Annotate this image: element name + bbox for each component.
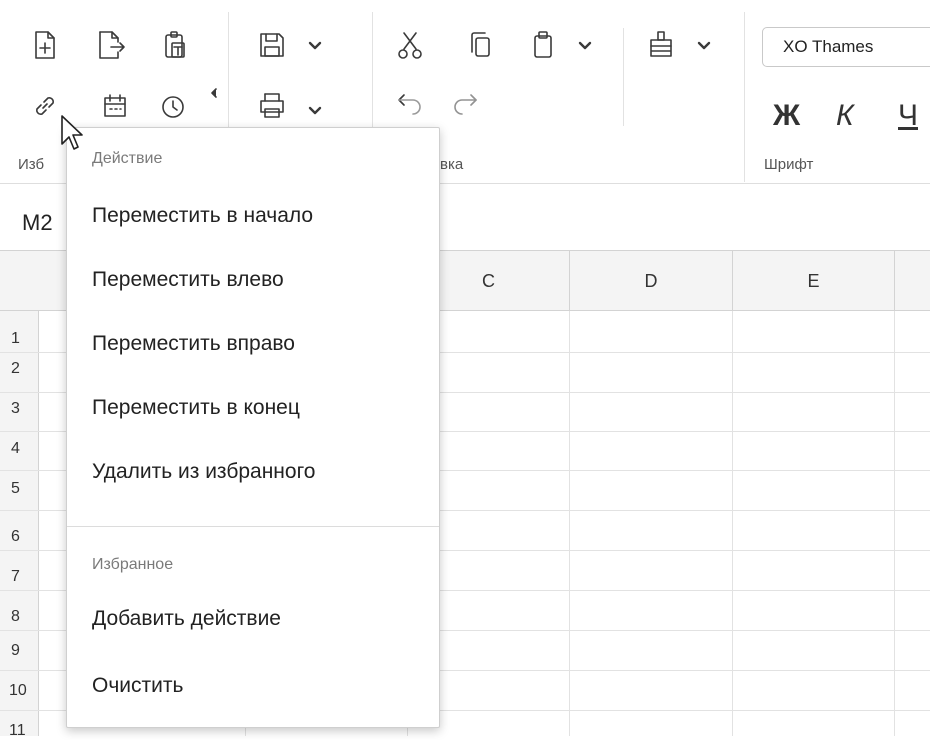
- group-label-favorites: Изб: [18, 156, 45, 173]
- format-painter-dropdown-chevron-icon[interactable]: [695, 38, 713, 54]
- format-painter-icon[interactable]: [644, 28, 678, 62]
- menu-item-add-action[interactable]: Добавить действие: [67, 595, 439, 643]
- menu-item-move-to-end[interactable]: Переместить в конец: [67, 384, 439, 432]
- calendar-icon[interactable]: [100, 90, 130, 122]
- menu-item-clear[interactable]: Очистить: [67, 662, 439, 710]
- row-header[interactable]: 2: [0, 360, 38, 378]
- row-header[interactable]: 5: [0, 480, 38, 498]
- cut-icon[interactable]: [393, 28, 427, 62]
- menu-divider: [67, 526, 439, 527]
- menu-item-move-right[interactable]: Переместить вправо: [67, 320, 439, 368]
- group-label-font: Шрифт: [764, 156, 814, 173]
- grid-line: [894, 311, 895, 736]
- paste-icon[interactable]: [528, 28, 558, 62]
- group-label-edit: вка: [440, 156, 464, 173]
- toolbar-divider: [623, 28, 624, 126]
- print-icon[interactable]: [255, 88, 289, 122]
- copy-icon[interactable]: [465, 28, 495, 62]
- row-header[interactable]: 10: [0, 682, 38, 700]
- menu-section-action: Действие: [92, 150, 163, 167]
- row-header[interactable]: 4: [0, 440, 38, 458]
- new-document-icon[interactable]: [30, 28, 60, 62]
- row-header[interactable]: 3: [0, 400, 38, 418]
- menu-item-remove-from-favorites[interactable]: Удалить из избранного: [67, 448, 439, 496]
- favorites-context-menu: Действие Переместить в начало Переместит…: [66, 127, 440, 728]
- column-header-e[interactable]: E: [732, 251, 894, 311]
- bold-button[interactable]: Ж: [773, 99, 800, 133]
- row-header[interactable]: 8: [0, 608, 38, 626]
- menu-item-move-to-start[interactable]: Переместить в начало: [67, 192, 439, 240]
- print-dropdown-chevron-icon[interactable]: [306, 103, 324, 119]
- redo-icon[interactable]: [448, 88, 482, 118]
- toolbar-divider: [744, 12, 745, 182]
- clock-icon[interactable]: [158, 90, 188, 122]
- italic-button[interactable]: К: [836, 99, 854, 133]
- row-header[interactable]: 7: [0, 568, 38, 586]
- row-header[interactable]: 6: [0, 528, 38, 546]
- menu-item-move-left[interactable]: Переместить влево: [67, 256, 439, 304]
- link-icon[interactable]: [30, 90, 60, 122]
- grid-line: [732, 311, 733, 736]
- font-name-select[interactable]: XO Thames: [762, 27, 930, 67]
- column-header-next[interactable]: [894, 251, 930, 311]
- row-header[interactable]: 11: [0, 722, 38, 740]
- save-icon[interactable]: [255, 28, 289, 62]
- column-header-d[interactable]: D: [569, 251, 732, 311]
- save-dropdown-chevron-icon[interactable]: [306, 38, 324, 54]
- underline-button[interactable]: Ч: [898, 99, 918, 133]
- menu-section-favorites: Избранное: [92, 556, 174, 573]
- row-header[interactable]: 1: [0, 330, 38, 348]
- row-header[interactable]: 9: [0, 642, 38, 660]
- cell-name-box[interactable]: M2: [22, 210, 53, 236]
- undo-icon[interactable]: [393, 88, 427, 118]
- more-arrow-icon[interactable]: [208, 86, 220, 100]
- grid-line: [569, 311, 570, 736]
- export-document-icon[interactable]: [95, 28, 129, 62]
- paste-table-icon[interactable]: [160, 28, 190, 62]
- mouse-cursor-icon: [60, 114, 86, 159]
- paste-dropdown-chevron-icon[interactable]: [576, 38, 594, 54]
